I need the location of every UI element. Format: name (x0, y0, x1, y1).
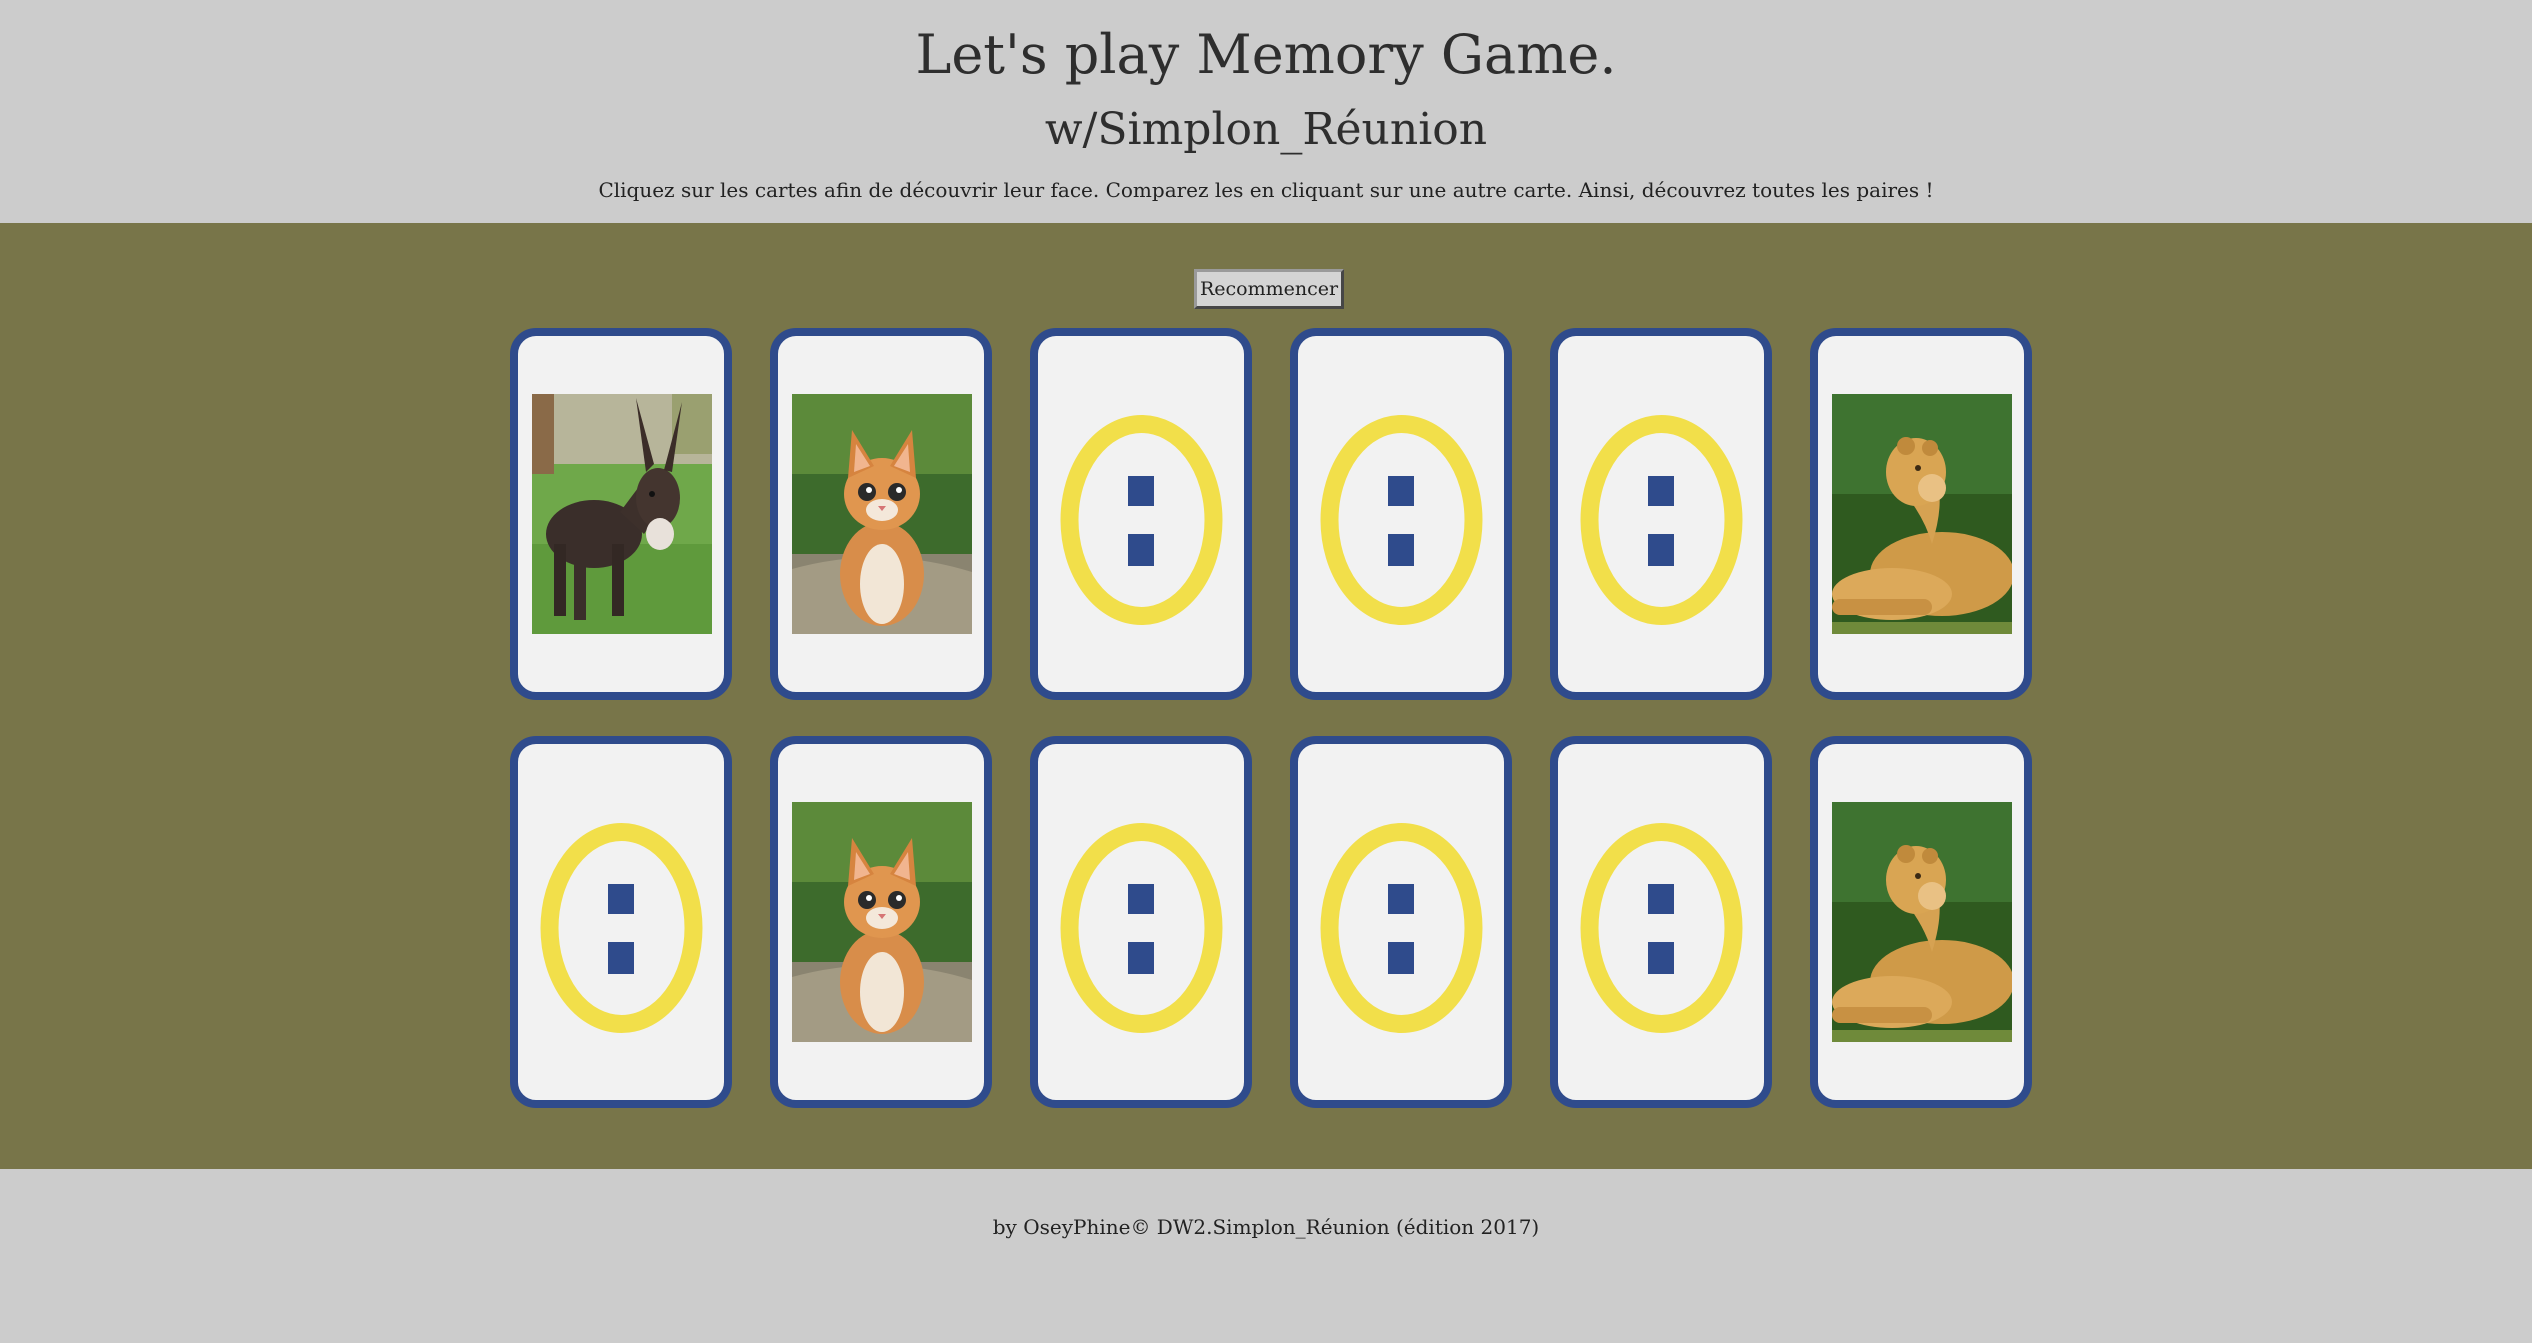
memory-card-hidden[interactable] (1290, 328, 1512, 700)
memory-card-hidden[interactable] (1030, 328, 1252, 700)
page-title: Let's play Memory Game. (915, 23, 1617, 86)
footer-credit: by OseyPhine© DW2.Simplon_Réunion (éditi… (992, 1215, 1540, 1239)
page-footer: by OseyPhine© DW2.Simplon_Réunion (éditi… (0, 1169, 2532, 1343)
restart-button[interactable]: Recommencer (1194, 269, 1344, 309)
lioness-image (1832, 394, 2012, 634)
instructions-text: Cliquez sur les cartes afin de découvrir… (598, 178, 1934, 202)
page-header: Let's play Memory Game. w/Simplon_Réunio… (0, 0, 2532, 223)
memory-card-revealed[interactable] (1810, 328, 2032, 700)
kitten-image (792, 802, 972, 1042)
lioness-image (1832, 802, 2012, 1042)
memory-card-revealed[interactable] (770, 328, 992, 700)
memory-card-hidden[interactable] (1550, 736, 1772, 1108)
card-back-emblem-icon (1315, 412, 1488, 628)
memory-card-hidden[interactable] (1290, 736, 1512, 1108)
memory-card-revealed[interactable] (1810, 736, 2032, 1108)
memory-card-revealed[interactable] (770, 736, 992, 1108)
memory-card-hidden[interactable] (1550, 328, 1772, 700)
card-back-emblem-icon (1575, 412, 1748, 628)
card-back-emblem-icon (1055, 820, 1228, 1036)
game-board: Recommencer (0, 223, 2532, 1169)
card-back-emblem-icon (1055, 412, 1228, 628)
kitten-image (792, 394, 972, 634)
card-grid (510, 328, 2032, 1108)
donkey-image (532, 394, 712, 634)
memory-card-hidden[interactable] (1030, 736, 1252, 1108)
memory-card-revealed[interactable] (510, 328, 732, 700)
card-back-emblem-icon (535, 820, 708, 1036)
card-back-emblem-icon (1575, 820, 1748, 1036)
card-back-emblem-icon (1315, 820, 1488, 1036)
page-subtitle: w/Simplon_Réunion (1044, 104, 1488, 155)
memory-card-hidden[interactable] (510, 736, 732, 1108)
